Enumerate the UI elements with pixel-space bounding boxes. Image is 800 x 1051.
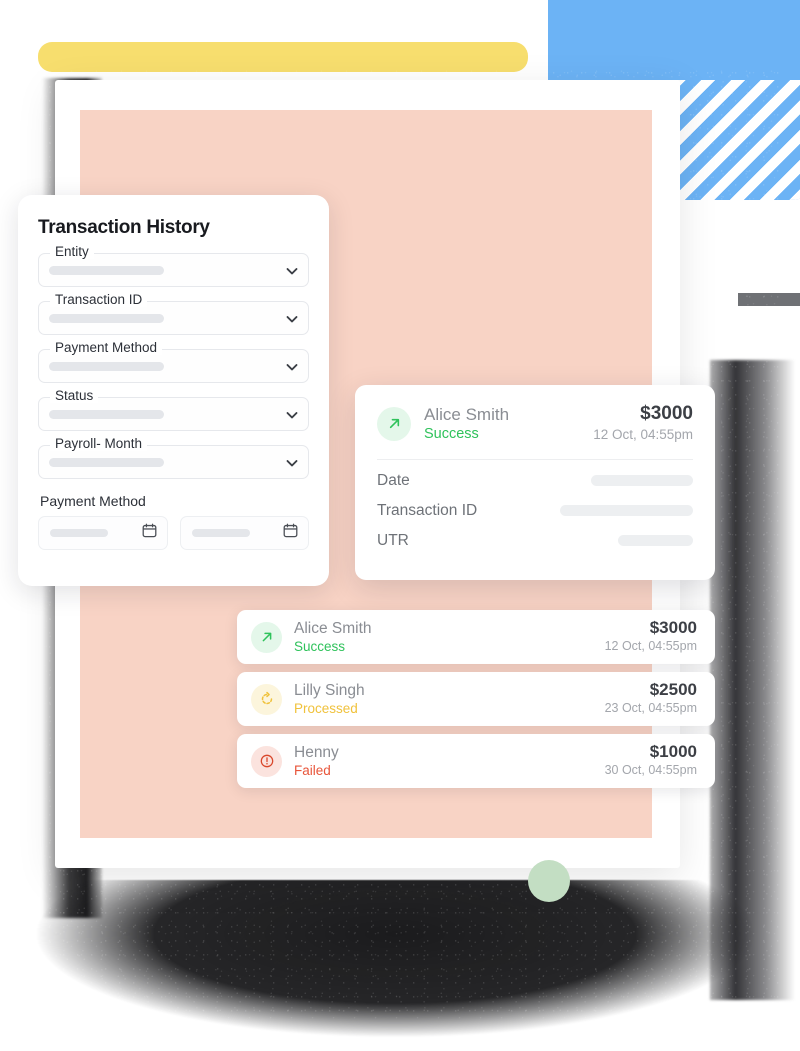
field-payroll-month[interactable]: Payroll- Month [38, 436, 309, 479]
meta-label-date: Date [377, 471, 410, 489]
row-amount-block: $1000 30 Oct, 04:55pm [605, 742, 697, 780]
field-entity[interactable]: Entity [38, 244, 309, 287]
arrow-up-right-icon [377, 406, 411, 441]
date-from-input[interactable] [38, 516, 168, 550]
screenshot-stage: Transaction History Entity Transaction I… [0, 0, 800, 1051]
alert-circle-icon [251, 745, 282, 777]
field-label-entity: Entity [50, 244, 94, 259]
row-status: Processed [294, 700, 358, 716]
table-row[interactable]: Henny Failed $1000 30 Oct, 04:55pm [237, 734, 715, 788]
table-row[interactable]: Lilly Singh Processed $2500 23 Oct, 04:5… [237, 672, 715, 726]
meta-label-transaction-id: Transaction ID [377, 501, 478, 519]
calendar-icon[interactable] [141, 522, 158, 544]
table-row[interactable]: Alice Smith Success $3000 12 Oct, 04:55p… [237, 610, 715, 664]
meta-label-utr: UTR [377, 531, 409, 549]
field-label-payroll-month: Payroll- Month [50, 436, 148, 451]
row-name-block: Lilly Singh Processed [294, 681, 605, 718]
meta-value-transaction-id [560, 505, 693, 517]
row-name-block: Alice Smith Success [294, 619, 605, 656]
detail-status: Success [424, 426, 479, 443]
detail-meta-row: Date [377, 472, 693, 490]
chevron-down-icon[interactable] [284, 359, 298, 373]
refresh-dashed-icon [251, 683, 282, 715]
row-status: Failed [294, 762, 331, 778]
detail-header: Alice Smith Success $3000 12 Oct, 04:55p… [377, 403, 693, 445]
field-status[interactable]: Status [38, 388, 309, 431]
date-range-label: Payment Method [40, 493, 146, 509]
field-label-status: Status [50, 388, 99, 403]
row-payee-name: Alice Smith [294, 619, 372, 637]
detail-payee-name: Alice Smith [424, 404, 510, 424]
detail-amount: $3000 [640, 403, 693, 424]
grain-right-edge [710, 360, 795, 1000]
transaction-list: Alice Smith Success $3000 12 Oct, 04:55p… [237, 610, 715, 796]
detail-divider [377, 458, 693, 460]
detail-meta-row: Transaction ID [377, 502, 693, 520]
detail-date: 12 Oct, 04:55pm [593, 426, 693, 442]
transaction-detail-card: Alice Smith Success $3000 12 Oct, 04:55p… [355, 385, 715, 580]
detail-meta-row: UTR [377, 532, 693, 550]
field-transaction-id[interactable]: Transaction ID [38, 292, 309, 335]
field-label-payment-method: Payment Method [50, 340, 163, 355]
row-amount: $3000 [649, 618, 697, 638]
calendar-icon[interactable] [282, 522, 299, 544]
row-payee-name: Henny [294, 743, 339, 761]
status-placeholder [49, 409, 164, 419]
grain-bottom [30, 880, 760, 1051]
row-date: 30 Oct, 04:55pm [604, 763, 697, 778]
row-amount: $1000 [649, 742, 697, 762]
transaction-id-placeholder [49, 313, 164, 323]
panel-title: Transaction History [38, 217, 210, 238]
row-date: 12 Oct, 04:55pm [604, 639, 697, 654]
chevron-down-icon[interactable] [284, 263, 298, 277]
detail-name-block: Alice Smith Success [424, 404, 593, 444]
date-range-group: Payment Method [38, 493, 309, 550]
detail-amount-block: $3000 12 Oct, 04:55pm [593, 403, 693, 445]
payroll-month-placeholder [49, 457, 164, 467]
decorative-green-dot [528, 860, 570, 902]
chevron-down-icon[interactable] [284, 311, 298, 325]
field-payment-method[interactable]: Payment Method [38, 340, 309, 383]
transaction-history-panel: Transaction History Entity Transaction I… [18, 195, 329, 586]
date-from-placeholder [50, 529, 108, 537]
payment-method-placeholder [49, 361, 164, 371]
row-status: Success [294, 638, 346, 654]
row-amount: $2500 [649, 680, 697, 700]
decorative-gray-bar [738, 293, 800, 306]
field-label-transaction-id: Transaction ID [50, 292, 148, 307]
row-amount-block: $3000 12 Oct, 04:55pm [605, 618, 697, 656]
row-payee-name: Lilly Singh [294, 681, 365, 699]
row-amount-block: $2500 23 Oct, 04:55pm [605, 680, 697, 718]
chevron-down-icon[interactable] [284, 455, 298, 469]
chevron-down-icon[interactable] [284, 407, 298, 421]
meta-value-utr [618, 535, 693, 547]
date-to-input[interactable] [179, 516, 309, 550]
decorative-yellow-bar [38, 42, 528, 72]
row-date: 23 Oct, 04:55pm [604, 701, 697, 716]
entity-placeholder [49, 265, 164, 275]
arrow-up-right-icon [251, 621, 282, 653]
row-name-block: Henny Failed [294, 743, 605, 780]
meta-value-date [591, 475, 693, 487]
date-to-placeholder [191, 529, 250, 537]
